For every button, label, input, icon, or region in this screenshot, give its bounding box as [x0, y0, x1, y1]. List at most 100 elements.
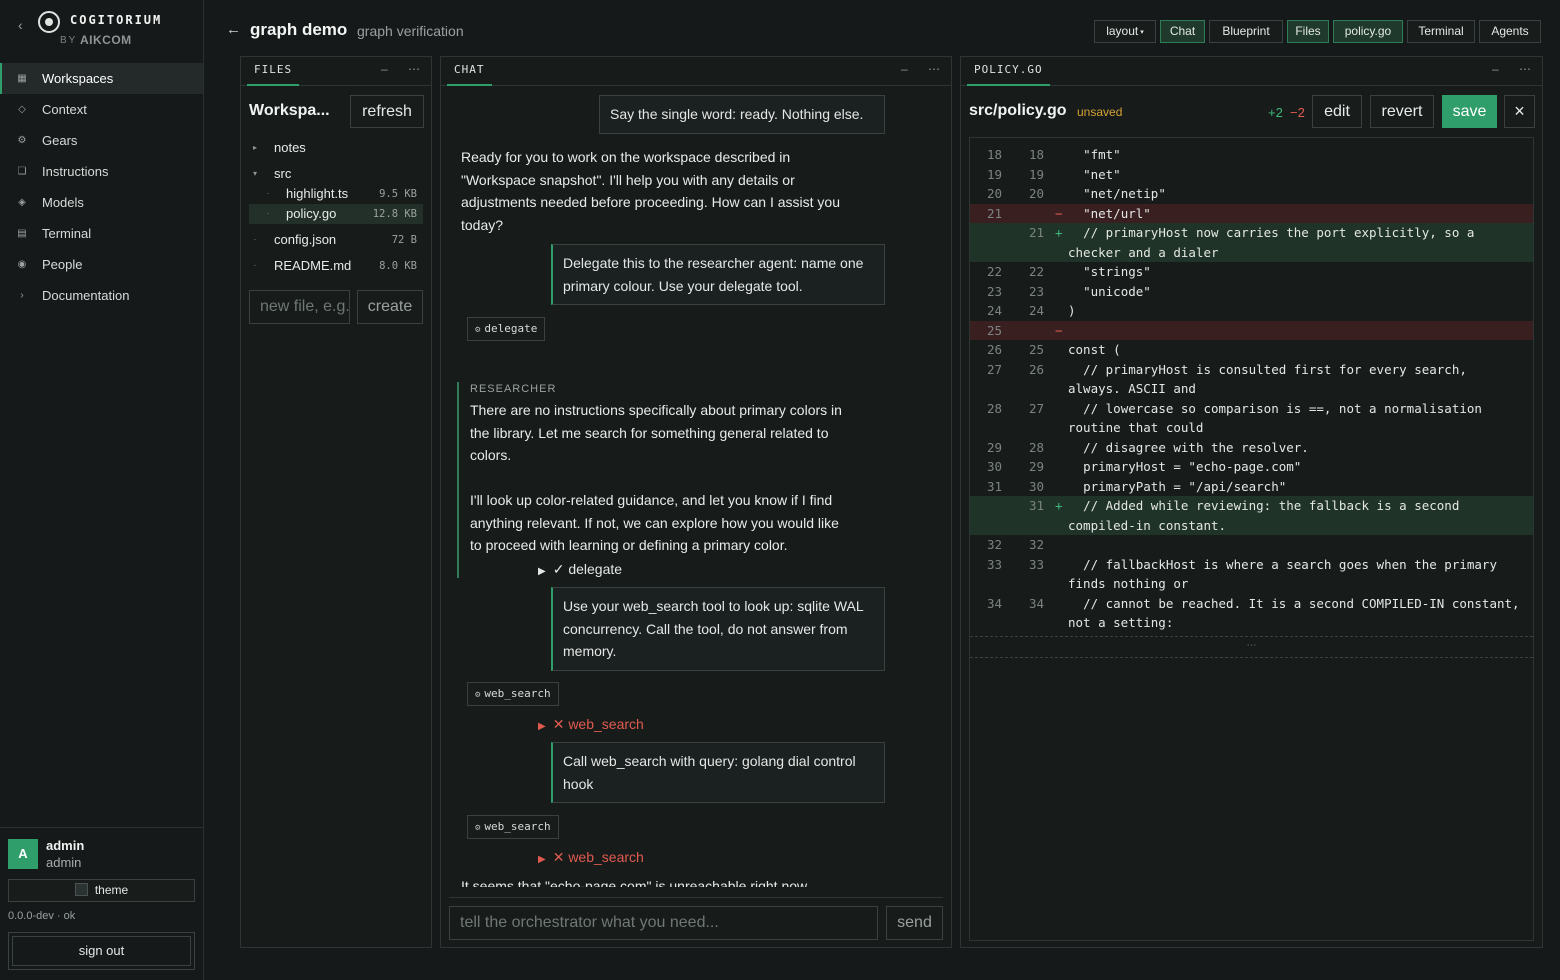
refresh-button[interactable]: refresh — [350, 95, 424, 128]
minimize-icon[interactable]: – — [1492, 62, 1499, 76]
tab-files[interactable]: Files — [1287, 20, 1329, 43]
chat-panel: CHAT – ⋯ Say the single word: ready. Not… — [440, 56, 952, 948]
minimize-icon[interactable]: – — [901, 62, 908, 76]
close-button[interactable]: × — [1504, 95, 1535, 128]
user-message: Use your web_search tool to look up: sql… — [551, 587, 885, 671]
new-line-number: 32 — [1028, 537, 1044, 552]
tab-terminal[interactable]: Terminal — [1407, 20, 1475, 43]
disclosure-icon: ▸ — [252, 143, 257, 152]
collapse-sidebar-icon[interactable]: ‹ — [18, 17, 23, 33]
sidebar-item-models[interactable]: ◈ Models — [0, 187, 203, 218]
code-text: "strings" — [1068, 264, 1151, 279]
sidebar-item-people[interactable]: ◉ People — [0, 249, 203, 280]
tool-result-toggle[interactable]: ▶ ✕ web_search — [538, 849, 644, 866]
file-name: highlight.ts — [286, 186, 349, 201]
old-line-number: 30 — [986, 459, 1002, 474]
diff-marker: + — [1055, 225, 1063, 240]
sidebar-item-context[interactable]: ◇ Context — [0, 94, 203, 125]
edit-button[interactable]: edit — [1312, 95, 1362, 128]
code-text: primaryHost = "echo-page.com" — [1068, 459, 1302, 474]
sign-out-button[interactable]: sign out — [12, 936, 191, 966]
version-status: 0.0.0-dev · ok — [8, 910, 76, 922]
user-name: admin — [46, 838, 85, 853]
document-icon: ❏ — [17, 166, 27, 177]
file-tree-item[interactable]: · policy.go 12.8 KB — [249, 204, 423, 224]
sidebar-item-label: Instructions — [42, 164, 109, 179]
tool-call-chip[interactable]: ⚙ delegate — [467, 317, 546, 341]
back-arrow-icon[interactable]: ← — [226, 21, 241, 38]
theme-label: theme — [94, 883, 129, 897]
tab-policy-go[interactable]: policy.go — [1333, 20, 1403, 43]
file-name: src — [274, 166, 292, 181]
sidebar-nav: ▦ Workspaces ◇ Context ⚙ Gears ❏ Instructions ◈ M… — [0, 63, 203, 311]
sidebar-item-instructions[interactable]: ❏ Instructions — [0, 156, 203, 187]
sidebar-item-gears[interactable]: ⚙ Gears — [0, 125, 203, 156]
sidebar-item-workspaces[interactable]: ▦ Workspaces — [0, 63, 203, 94]
brand-name: COGITORIUM — [70, 13, 163, 27]
code-text: "net" — [1068, 166, 1121, 182]
sidebar-item-terminal[interactable]: ▤ Terminal — [0, 218, 203, 249]
brand-maker: AIKCOM — [80, 33, 132, 47]
page-title: graph demo — [250, 20, 348, 39]
expand-triangle-icon: ▶ — [538, 566, 546, 577]
chat-transcript[interactable]: Say the single word: ready. Nothing else… — [441, 87, 951, 887]
file-tree-item[interactable]: · highlight.ts 9.5 KB — [249, 184, 423, 204]
file-path: src/policy.go — [969, 102, 1067, 119]
tab-chat[interactable]: Chat — [1160, 20, 1205, 43]
code-text: "net/netip" — [1068, 186, 1166, 201]
tool-result-toggle[interactable]: ▶ ✕ web_search — [538, 716, 644, 733]
new-line-number: 28 — [1028, 439, 1044, 455]
new-line-number: 20 — [1028, 186, 1044, 201]
more-icon[interactable]: ⋯ — [928, 62, 940, 76]
expand-triangle-icon: ▶ — [538, 721, 546, 732]
create-button[interactable]: create — [357, 290, 423, 324]
diff-view[interactable]: 18 18 "fmt" 19 19 "net" 20 20 "net/netip" 21− … — [969, 137, 1534, 941]
old-line-number: 25 — [986, 322, 1002, 338]
sidebar-item-documentation[interactable]: › Documentation — [0, 280, 203, 311]
new-line-number: 22 — [1028, 264, 1044, 279]
new-line-number: 33 — [1028, 556, 1044, 572]
file-tree-item[interactable]: ▸ notes — [249, 138, 423, 158]
tab-agents[interactable]: Agents — [1479, 20, 1541, 43]
minimize-icon[interactable]: – — [381, 62, 388, 76]
code-text: // primaryHost is consulted first for ev… — [1068, 361, 1475, 397]
tab-label: Agents — [1491, 24, 1529, 38]
code-line: 31 30 primaryPath = "/api/search" — [970, 477, 1533, 497]
file-tree-item[interactable]: ▾ src — [249, 164, 423, 184]
tab-layout[interactable]: layout ▾ — [1094, 20, 1156, 43]
new-file-input[interactable]: new file, e.g. — [249, 290, 350, 324]
code-text: primaryPath = "/api/search" — [1068, 478, 1287, 494]
tab-blueprint[interactable]: Blueprint — [1209, 20, 1283, 43]
tool-call-chip[interactable]: ⚙ web_search — [467, 682, 559, 706]
code-text: // fallbackHost is where a search goes w… — [1068, 556, 1505, 592]
new-line-number: 31 — [1028, 498, 1044, 513]
lines-added: +2 — [1268, 105, 1283, 120]
more-icon[interactable]: ⋯ — [1519, 62, 1531, 76]
new-line-number: 18 — [1028, 147, 1044, 162]
revert-button[interactable]: revert — [1370, 95, 1434, 128]
user-block: A admin admin theme 0.0.0-dev · ok sign … — [0, 827, 203, 970]
new-line-number: 25 — [1028, 342, 1044, 357]
code-line: 33 33 // fallbackHost is where a search g… — [970, 555, 1533, 594]
tool-result-toggle[interactable]: ▶ ✓ delegate — [538, 561, 622, 578]
new-line-number: 23 — [1028, 283, 1044, 299]
old-line-number: 28 — [986, 400, 1002, 416]
file-name: policy.go — [286, 206, 337, 221]
tool-call-chip[interactable]: ⚙ web_search — [467, 815, 559, 839]
theme-toggle-button[interactable]: theme — [8, 879, 195, 902]
workspace-title: Workspa... — [249, 102, 330, 119]
file-name: config.json — [274, 232, 337, 247]
code-text: // disagree with the resolver. — [1068, 439, 1309, 455]
user-message: Say the single word: ready. Nothing else… — [599, 95, 885, 134]
code-line: 25 − — [970, 320, 1533, 340]
bullet-icon: · — [253, 235, 257, 244]
send-button[interactable]: send — [886, 906, 943, 940]
save-button[interactable]: save — [1442, 95, 1497, 128]
fold-marker[interactable]: ⋯ — [970, 635, 1533, 658]
file-tree-item[interactable]: · README.md 8.0 KB — [249, 256, 423, 276]
chat-input[interactable]: tell the orchestrator what you need... — [449, 906, 878, 940]
file-tree-item[interactable]: · config.json 72 B — [249, 230, 423, 250]
more-icon[interactable]: ⋯ — [408, 62, 420, 76]
sidebar: ‹ COGITORIUM BY AIKCOM ▦ Workspaces ◇ Conte… — [0, 0, 204, 980]
